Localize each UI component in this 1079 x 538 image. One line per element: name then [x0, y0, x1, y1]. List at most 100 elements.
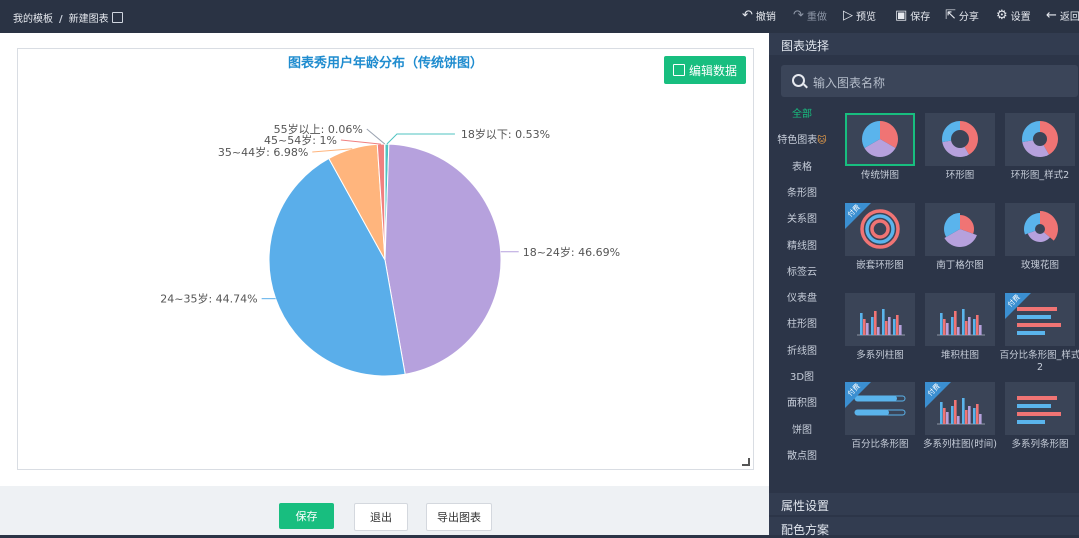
chart-type-thumbnail[interactable]	[925, 293, 995, 346]
thumbnail-graphic	[1005, 203, 1075, 256]
chart-type-label: 传统饼图	[837, 170, 923, 182]
category-item[interactable]: 散点图	[769, 447, 835, 462]
share-button[interactable]: ⇱分享	[945, 8, 979, 23]
category-item[interactable]: 关系图	[769, 210, 835, 225]
undo-icon: ↶	[742, 10, 753, 22]
chart-type-label: 百分比条形图_样式2	[997, 350, 1079, 374]
chart-select-header[interactable]: 图表选择›	[769, 33, 1079, 55]
thumb-bar	[962, 398, 965, 424]
save-top-button[interactable]: ▣保存	[895, 8, 930, 23]
thumb-bar	[968, 317, 971, 335]
category-label: 散点图	[787, 451, 817, 462]
category-item[interactable]: 表格	[769, 158, 835, 173]
category-label: 面积图	[787, 398, 817, 409]
category-item[interactable]: 折线图	[769, 342, 835, 357]
category-item[interactable]: 面积图	[769, 394, 835, 409]
category-label: 关系图	[787, 214, 817, 225]
chart-type-thumbnail[interactable]	[845, 293, 915, 346]
gear-icon: ⚙	[996, 10, 1008, 22]
search-placeholder: 输入图表名称	[813, 74, 885, 91]
chart-type-thumbnail[interactable]: 付费	[925, 382, 995, 435]
thumb-bar	[888, 317, 891, 335]
export-chart-button[interactable]: 导出图表	[426, 503, 492, 531]
chart-type-thumbnail[interactable]	[845, 113, 915, 166]
chart-type-label: 堆积柱图	[917, 350, 1003, 362]
thumb-bar	[968, 406, 971, 424]
thumb-hbar	[1017, 331, 1045, 335]
chart-type-thumbnail[interactable]: 付费	[845, 382, 915, 435]
redo-icon: ↷	[793, 10, 804, 22]
thumb-hbar	[1017, 420, 1045, 424]
category-label: 仪表盘	[787, 293, 817, 304]
thumb-bar	[973, 319, 976, 335]
category-item[interactable]: 条形图	[769, 184, 835, 199]
thumb-bar	[866, 323, 869, 335]
thumb-bar	[965, 410, 968, 424]
thumb-bar	[946, 412, 949, 424]
category-item[interactable]: 3D图	[769, 368, 835, 383]
back-button[interactable]: ←返回	[1046, 8, 1079, 23]
settings-button[interactable]: ⚙设置	[996, 8, 1031, 23]
chart-type-thumbnail[interactable]: 付费	[1005, 293, 1075, 346]
chart-type-thumbnail[interactable]	[925, 203, 995, 256]
thumb-bar	[979, 414, 982, 424]
thumb-bar	[954, 311, 957, 335]
chart-frame[interactable]: 图表秀用户年龄分布（传统饼图） 编辑数据 18岁以下: 0.53%18~24岁:…	[17, 48, 754, 470]
edit-icon[interactable]	[112, 12, 123, 23]
chart-type-label: 南丁格尔图	[917, 260, 1003, 272]
redo-button[interactable]: ↷重做	[793, 8, 827, 23]
chart-type-label: 多系列柱图	[837, 350, 923, 362]
chart-type-thumbnail[interactable]	[1005, 382, 1075, 435]
slice-label: 18岁以下: 0.53%	[461, 127, 550, 141]
category-item[interactable]: 柱形图	[769, 315, 835, 330]
floppy-icon: ▣	[895, 10, 907, 22]
chart-type-thumbnail[interactable]	[1005, 203, 1075, 256]
breadcrumb-separator: /	[59, 14, 63, 25]
property-settings-header[interactable]: 属性设置›	[769, 493, 1079, 515]
bottom-button-row: 保存 退出 导出图表	[0, 503, 769, 533]
thumbnail-graphic	[1005, 113, 1075, 166]
thumb-bar	[899, 325, 902, 335]
pie-slice[interactable]	[385, 144, 501, 374]
category-item[interactable]: 全部	[769, 105, 835, 120]
chevron-right-icon: ›	[781, 36, 1075, 50]
thumb-ring-hole	[1035, 224, 1045, 234]
thumb-bar	[863, 319, 866, 335]
category-item[interactable]: 精线图	[769, 237, 835, 252]
thumbnail-graphic	[925, 203, 995, 256]
exit-button[interactable]: 退出	[354, 503, 408, 531]
thumb-ring-hole	[1033, 132, 1047, 146]
preview-button[interactable]: ▷预览	[843, 8, 876, 23]
thumb-bar	[943, 319, 946, 335]
thumbnail-graphic	[845, 113, 915, 166]
category-item[interactable]: 标签云	[769, 263, 835, 278]
thumb-bar	[940, 313, 943, 335]
breadcrumb-root[interactable]: 我的模板	[13, 14, 53, 25]
share-icon: ⇱	[945, 10, 956, 22]
resize-handle[interactable]	[742, 458, 750, 466]
thumb-bar	[951, 406, 954, 424]
thumb-bar	[946, 323, 949, 335]
category-item[interactable]: 特色图表🐱	[769, 131, 835, 146]
thumbnail-graphic	[925, 293, 995, 346]
slice-label: 35~44岁: 6.98%	[218, 145, 308, 159]
cat-icon: 🐱	[817, 136, 826, 146]
thumb-bar	[871, 317, 874, 335]
thumb-bar	[965, 321, 968, 335]
undo-button[interactable]: ↶撤销	[742, 8, 776, 23]
category-label: 条形图	[787, 188, 817, 199]
chart-type-thumbnail[interactable]	[925, 113, 995, 166]
chart-type-thumbnail[interactable]	[1005, 113, 1075, 166]
save-button[interactable]: 保存	[279, 503, 334, 529]
chart-search-input[interactable]: 输入图表名称	[781, 65, 1078, 97]
chart-type-label: 环形图	[917, 170, 1003, 182]
thumb-bar	[860, 313, 863, 335]
chart-type-label: 多系列条形图	[997, 439, 1079, 451]
category-label: 标签云	[787, 267, 817, 278]
category-item[interactable]: 仪表盘	[769, 289, 835, 304]
category-label: 柱形图	[787, 319, 817, 330]
category-item[interactable]: 饼图	[769, 421, 835, 436]
thumb-bar	[962, 309, 965, 335]
color-scheme-header[interactable]: 配色方案›	[769, 517, 1079, 535]
chart-type-thumbnail[interactable]: 付费	[845, 203, 915, 256]
